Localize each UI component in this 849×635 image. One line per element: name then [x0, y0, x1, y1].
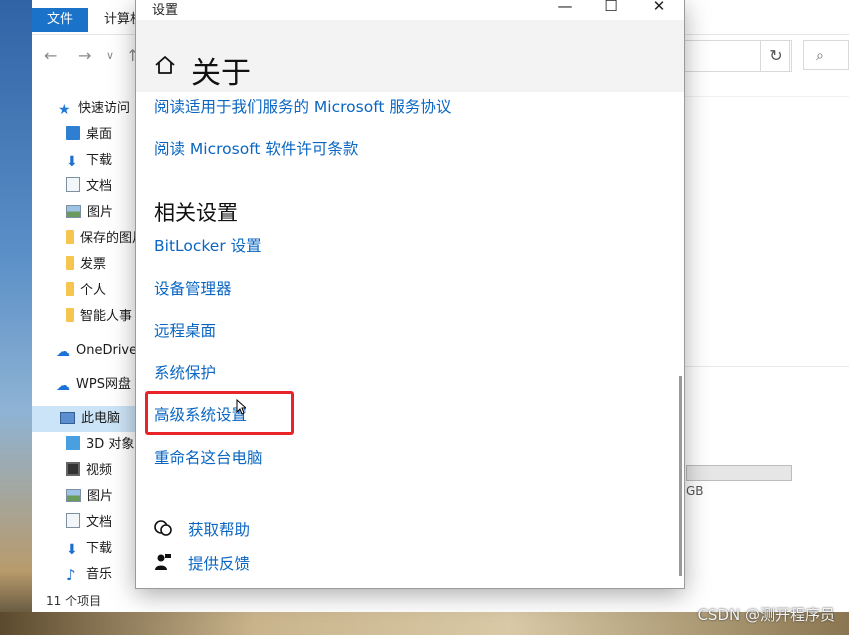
- cloud-icon: ☁: [56, 344, 70, 360]
- folder-icon: [66, 308, 74, 322]
- desktop-wallpaper-left: [0, 0, 32, 635]
- chat-help-icon: [154, 520, 172, 536]
- link-device-manager[interactable]: 设备管理器: [154, 277, 232, 299]
- link-rename-pc[interactable]: 重命名这台电脑: [154, 446, 263, 468]
- feedback-person-icon: [155, 554, 171, 570]
- minimize-button[interactable]: —: [542, 0, 588, 18]
- link-ms-services-agreement[interactable]: 阅读适用于我们服务的 Microsoft 服务协议: [154, 95, 451, 117]
- navigation-pane: ★ 快速访问 桌面 ⬇ 下载 文档 图片 保存的图片 发票 个人 智能人事 ☁ One…: [32, 90, 145, 590]
- video-icon: [66, 462, 80, 476]
- computer-icon: [60, 412, 75, 424]
- forward-arrow-icon[interactable]: →: [78, 46, 91, 65]
- refresh-icon[interactable]: ↻: [760, 40, 792, 72]
- link-bitlocker[interactable]: BitLocker 设置: [154, 234, 262, 256]
- document-icon: [66, 513, 80, 528]
- window-title: 设置: [152, 3, 179, 18]
- settings-window: 设置 — ☐ ✕ 关于 阅读适用于我们服务的 Microsoft 服务协议 阅读…: [136, 0, 684, 588]
- link-ms-license-terms[interactable]: 阅读 Microsoft 软件许可条款: [154, 137, 358, 159]
- drive-size-text: GB: [686, 484, 704, 498]
- status-bar-count: 11 个项目: [46, 594, 102, 608]
- feedback-label: 提供反馈: [188, 555, 251, 573]
- desktop-icon: [66, 126, 80, 140]
- recent-dropdown-icon[interactable]: ∨: [106, 49, 114, 62]
- divider: [684, 366, 849, 367]
- nav-this-pc[interactable]: 此电脑: [32, 406, 137, 432]
- music-icon: ♪: [66, 566, 76, 584]
- folder-icon: [66, 230, 74, 244]
- highlight-box: [145, 391, 294, 435]
- star-icon: ★: [58, 102, 71, 118]
- download-icon: ⬇: [66, 154, 78, 170]
- picture-icon: [66, 205, 81, 218]
- watermark: CSDN @测开程序员: [697, 606, 835, 624]
- scrollbar[interactable]: [679, 376, 682, 576]
- close-button[interactable]: ✕: [636, 0, 682, 18]
- mouse-cursor-icon: [236, 399, 246, 415]
- link-system-protection[interactable]: 系统保护: [154, 361, 216, 383]
- folder-icon: [66, 256, 74, 270]
- cube-icon: [66, 436, 80, 450]
- page-title: 关于: [191, 56, 251, 91]
- folder-icon: [66, 282, 74, 296]
- drive-usage-bar: [686, 465, 792, 481]
- picture-icon: [66, 489, 81, 502]
- home-icon[interactable]: [154, 54, 176, 76]
- cloud-icon: ☁: [56, 378, 70, 394]
- related-settings-heading: 相关设置: [154, 201, 238, 225]
- document-icon: [66, 177, 80, 192]
- back-arrow-icon[interactable]: ←: [44, 46, 57, 65]
- download-icon: ⬇: [66, 542, 78, 558]
- maximize-button[interactable]: ☐: [588, 0, 634, 18]
- tab-file[interactable]: 文件: [32, 8, 88, 32]
- divider: [684, 96, 849, 97]
- title-bar: 设置 — ☐ ✕: [136, 0, 684, 20]
- link-remote-desktop[interactable]: 远程桌面: [154, 319, 216, 341]
- search-icon[interactable]: ⌕: [803, 40, 849, 70]
- get-help-label: 获取帮助: [188, 521, 251, 539]
